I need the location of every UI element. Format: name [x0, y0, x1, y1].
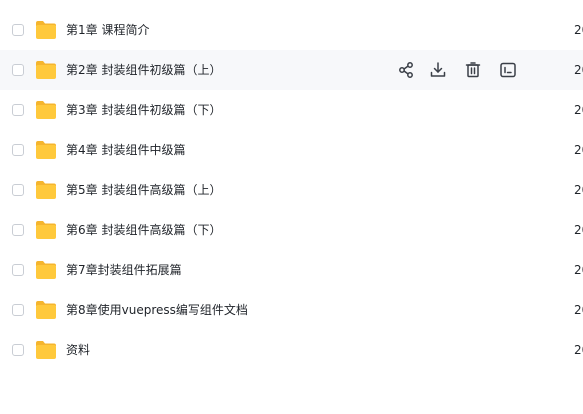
row-checkbox[interactable] [12, 24, 24, 36]
folder-icon [35, 100, 57, 120]
folder-icon [35, 180, 57, 200]
row-checkbox[interactable] [12, 144, 24, 156]
file-name[interactable]: 第6章 封装组件高级篇（下） [66, 210, 221, 250]
rename-icon[interactable] [498, 60, 518, 80]
file-date: 20 [574, 23, 583, 37]
file-date: 20 [574, 143, 583, 157]
folder-icon [35, 20, 57, 40]
folder-icon [35, 340, 57, 360]
file-row-4[interactable]: 第4章 封装组件中级篇 20 [0, 130, 583, 170]
download-icon[interactable] [428, 60, 448, 80]
file-date: 20 [574, 183, 583, 197]
file-name[interactable]: 第7章封装组件拓展篇 [66, 250, 182, 290]
share-icon[interactable] [396, 60, 416, 80]
row-checkbox[interactable] [12, 344, 24, 356]
row-checkbox[interactable] [12, 264, 24, 276]
file-row-9[interactable]: 资料 20 [0, 330, 583, 370]
folder-icon [35, 60, 57, 80]
folder-icon [35, 260, 57, 280]
file-date: 20 [574, 303, 583, 317]
file-row-8[interactable]: 第8章使用vuepress编写组件文档 20 [0, 290, 583, 330]
file-row-2[interactable]: 第2章 封装组件初级篇（上） 2 [0, 50, 583, 90]
file-row-1[interactable]: 第1章 课程简介 20 [0, 10, 583, 50]
folder-icon [35, 140, 57, 160]
folder-icon [35, 300, 57, 320]
file-name[interactable]: 第8章使用vuepress编写组件文档 [66, 290, 248, 330]
folder-icon [35, 220, 57, 240]
file-name[interactable]: 第3章 封装组件初级篇（下） [66, 90, 221, 130]
file-date: 20 [574, 223, 583, 237]
file-date: 20 [574, 63, 583, 77]
file-name[interactable]: 资料 [66, 330, 90, 370]
file-name[interactable]: 第2章 封装组件初级篇（上） [66, 50, 221, 90]
file-date: 20 [574, 343, 583, 357]
file-name[interactable]: 第1章 课程简介 [66, 10, 149, 50]
row-checkbox[interactable] [12, 104, 24, 116]
file-row-7[interactable]: 第7章封装组件拓展篇 20 [0, 250, 583, 290]
delete-icon[interactable] [463, 60, 483, 80]
row-checkbox[interactable] [12, 64, 24, 76]
file-row-3[interactable]: 第3章 封装组件初级篇（下） 20 [0, 90, 583, 130]
file-name[interactable]: 第5章 封装组件高级篇（上） [66, 170, 221, 210]
file-row-6[interactable]: 第6章 封装组件高级篇（下） 20 [0, 210, 583, 250]
file-date: 20 [574, 263, 583, 277]
file-date: 20 [574, 103, 583, 117]
row-checkbox[interactable] [12, 184, 24, 196]
row-actions [396, 60, 526, 80]
file-list: 第1章 课程简介 20 第2章 封装组件初级篇（上） [0, 0, 583, 414]
file-name[interactable]: 第4章 封装组件中级篇 [66, 130, 185, 170]
row-checkbox[interactable] [12, 304, 24, 316]
file-row-5[interactable]: 第5章 封装组件高级篇（上） 20 [0, 170, 583, 210]
row-checkbox[interactable] [12, 224, 24, 236]
